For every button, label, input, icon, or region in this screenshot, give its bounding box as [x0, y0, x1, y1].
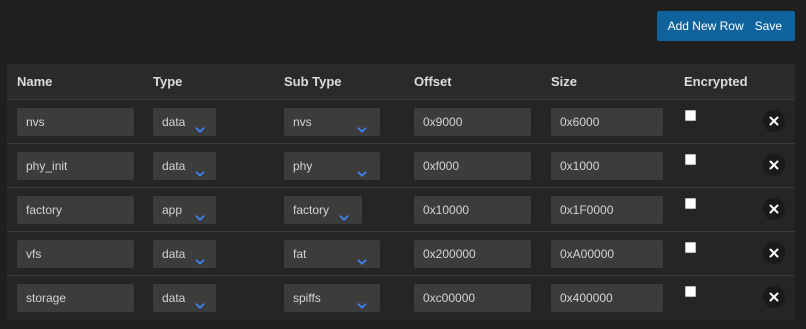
subtype-select[interactable]: spiffs — [284, 284, 380, 312]
type-value: data — [162, 247, 186, 261]
size-input[interactable]: 0x1000 — [551, 152, 663, 180]
toolbar: Add New Row Save — [656, 11, 795, 41]
close-icon — [769, 116, 779, 126]
type-select[interactable]: data — [153, 284, 216, 312]
name-input[interactable]: storage — [17, 284, 134, 312]
close-icon — [769, 292, 779, 302]
partition-table: Name Type Sub Type Offset Size Encrypted… — [7, 64, 795, 320]
type-value: app — [162, 203, 183, 217]
table-row: vfs data fat 0x200000 0xA00000 — [7, 231, 795, 276]
chevron-down-icon — [357, 293, 367, 309]
close-icon — [769, 160, 779, 170]
encrypted-checkbox[interactable] — [685, 242, 696, 253]
offset-input[interactable]: 0x9000 — [414, 108, 531, 136]
subtype-select[interactable]: nvs — [284, 108, 380, 136]
table-row: storage data spiffs 0xc00000 0x400000 — [7, 275, 795, 320]
subtype-value: fat — [293, 247, 307, 261]
name-input[interactable]: nvs — [17, 108, 134, 136]
table-row: nvs data nvs 0x9000 0x6000 — [7, 99, 795, 144]
offset-input[interactable]: 0xf000 — [414, 152, 531, 180]
name-input[interactable]: factory — [17, 196, 134, 224]
header-offset: Offset — [414, 74, 452, 89]
table-row: factory app factory 0x10000 0x1F0000 — [7, 187, 795, 232]
delete-row-button[interactable] — [763, 110, 785, 132]
subtype-value: nvs — [293, 115, 312, 129]
type-select[interactable]: data — [153, 108, 216, 136]
chevron-down-icon — [357, 249, 367, 265]
delete-row-button[interactable] — [763, 154, 785, 176]
subtype-value: spiffs — [293, 291, 321, 305]
header-encrypted: Encrypted — [684, 74, 748, 89]
subtype-select[interactable]: phy — [284, 152, 380, 180]
size-input[interactable]: 0x6000 — [551, 108, 663, 136]
type-select[interactable]: data — [153, 152, 216, 180]
chevron-down-icon — [195, 205, 205, 221]
close-icon — [769, 248, 779, 258]
encrypted-checkbox[interactable] — [685, 286, 696, 297]
offset-input[interactable]: 0x200000 — [414, 240, 531, 268]
type-value: data — [162, 115, 186, 129]
header-type: Type — [153, 74, 183, 89]
header-name: Name — [17, 74, 53, 89]
type-value: data — [162, 291, 186, 305]
chevron-down-icon — [357, 117, 367, 133]
size-input[interactable]: 0x400000 — [551, 284, 663, 312]
partition-table-editor: Add New Row Save Name Type Sub Type Offs… — [0, 0, 806, 329]
delete-row-button[interactable] — [763, 242, 785, 264]
type-value: data — [162, 159, 186, 173]
encrypted-checkbox[interactable] — [685, 198, 696, 209]
type-select[interactable]: app — [153, 196, 216, 224]
chevron-down-icon — [195, 293, 205, 309]
chevron-down-icon — [195, 161, 205, 177]
subtype-select[interactable]: fat — [284, 240, 380, 268]
subtype-value: phy — [293, 159, 313, 173]
encrypted-checkbox[interactable] — [685, 110, 696, 121]
close-icon — [769, 204, 779, 214]
size-input[interactable]: 0x1F0000 — [551, 196, 663, 224]
delete-row-button[interactable] — [763, 198, 785, 220]
chevron-down-icon — [339, 205, 349, 221]
header-subtype: Sub Type — [284, 74, 342, 89]
chevron-down-icon — [195, 117, 205, 133]
save-button[interactable]: Save — [755, 11, 795, 41]
subtype-select[interactable]: factory — [284, 196, 362, 224]
type-select[interactable]: data — [153, 240, 216, 268]
encrypted-checkbox[interactable] — [685, 154, 696, 165]
offset-input[interactable]: 0x10000 — [414, 196, 531, 224]
size-input[interactable]: 0xA00000 — [551, 240, 663, 268]
table-row: phy_init data phy 0xf000 0x1000 — [7, 143, 795, 188]
name-input[interactable]: phy_init — [17, 152, 134, 180]
name-input[interactable]: vfs — [17, 240, 134, 268]
offset-input[interactable]: 0xc00000 — [414, 284, 531, 312]
delete-row-button[interactable] — [763, 286, 785, 308]
chevron-down-icon — [195, 249, 205, 265]
chevron-down-icon — [357, 161, 367, 177]
add-new-row-button[interactable]: Add New Row — [657, 11, 755, 41]
table-header: Name Type Sub Type Offset Size Encrypted — [7, 64, 795, 99]
header-size: Size — [551, 74, 578, 89]
subtype-value: factory — [293, 203, 330, 217]
